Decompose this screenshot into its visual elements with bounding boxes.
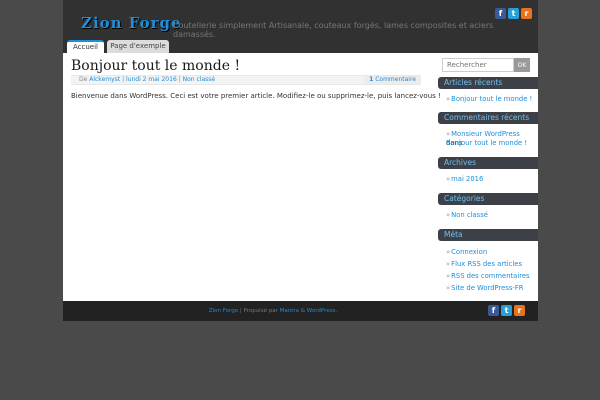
- post-title[interactable]: Bonjour tout le monde !: [71, 58, 240, 74]
- footer-separator: |: [239, 308, 242, 314]
- widget-title-categories: Catégories: [438, 193, 538, 205]
- wordpress-fr-link[interactable]: Site de WordPress-FR: [451, 284, 523, 292]
- main-content: Bonjour tout le monde ! De Alckemyst | l…: [63, 53, 538, 301]
- site-description: Coutellerie simplement Artisanale, coute…: [173, 21, 494, 39]
- main-navigation: Accueil Page d'exemple: [63, 40, 538, 53]
- footer-site-link[interactable]: Zion Forge: [209, 308, 238, 314]
- footer-credits: Zion Forge | Propulsé par Mantra & WordP…: [63, 308, 483, 314]
- bullet-icon: »: [446, 272, 451, 280]
- category-link[interactable]: Non classé: [183, 76, 215, 83]
- footer-wordpress-link[interactable]: WordPress.: [307, 308, 337, 314]
- meta-item[interactable]: »Site de WordPress-FR: [446, 284, 523, 293]
- comments-link[interactable]: 1 Commentaire: [364, 76, 421, 84]
- category-link[interactable]: Non classé: [451, 211, 488, 219]
- rss-icon[interactable]: r: [514, 305, 525, 316]
- footer-social-icons: f t r: [488, 305, 525, 316]
- twitter-icon[interactable]: t: [501, 305, 512, 316]
- rss-comments-link[interactable]: RSS des commentaires: [451, 272, 529, 280]
- archive-item[interactable]: »mai 2016: [446, 175, 483, 184]
- search-button[interactable]: OK: [514, 58, 530, 72]
- bullet-icon: »: [446, 260, 451, 268]
- meta-item[interactable]: »RSS des commentaires: [446, 272, 530, 281]
- bullet-icon: »: [446, 211, 451, 219]
- recent-post-item[interactable]: »Bonjour tout le monde !: [446, 95, 532, 104]
- author-link[interactable]: Alckemyst: [89, 76, 120, 83]
- tab-accueil[interactable]: Accueil: [67, 40, 104, 53]
- widget-title-recent-posts: Articles récents: [438, 77, 538, 89]
- bullet-icon: »: [446, 95, 451, 103]
- site-header: Zion Forge Coutellerie simplement Artisa…: [63, 0, 538, 40]
- comment-post-link[interactable]: Bonjour tout le monde !: [446, 139, 527, 147]
- post-meta: De Alckemyst | lundi 2 mai 2016 | Non cl…: [71, 75, 421, 85]
- comment-count: 1: [369, 76, 374, 83]
- header-social-icons: f t r: [495, 8, 532, 19]
- meta-item[interactable]: »Connexion: [446, 248, 487, 257]
- recent-post-link[interactable]: Bonjour tout le monde !: [451, 95, 532, 103]
- facebook-icon[interactable]: f: [488, 305, 499, 316]
- bullet-icon: »: [446, 284, 451, 292]
- footer-and: &: [300, 308, 306, 314]
- facebook-icon[interactable]: f: [495, 8, 506, 19]
- comment-author-link[interactable]: Monsieur WordPress: [451, 130, 520, 138]
- widget-title-meta: Méta: [438, 229, 538, 241]
- meta-separator: |: [178, 76, 181, 83]
- archive-link[interactable]: mai 2016: [451, 175, 483, 183]
- bullet-icon: »: [446, 248, 451, 256]
- meta-item[interactable]: »Flux RSS des articles: [446, 260, 522, 269]
- bullet-icon: »: [446, 175, 451, 183]
- tab-page-exemple[interactable]: Page d'exemple: [107, 40, 169, 53]
- page-wrapper: Zion Forge Coutellerie simplement Artisa…: [63, 0, 538, 321]
- post-body: Bienvenue dans WordPress. Ceci est votre…: [71, 92, 441, 100]
- rss-icon[interactable]: r: [521, 8, 532, 19]
- login-link[interactable]: Connexion: [451, 248, 487, 256]
- date-link[interactable]: lundi 2 mai 2016: [126, 76, 177, 83]
- rss-posts-link[interactable]: Flux RSS des articles: [451, 260, 522, 268]
- meta-by: De: [79, 76, 88, 83]
- recent-comment-post[interactable]: Bonjour tout le monde !: [446, 139, 527, 148]
- site-footer: Zion Forge | Propulsé par Mantra & WordP…: [63, 301, 538, 321]
- search-form: OK: [442, 58, 530, 72]
- meta-separator: |: [122, 76, 125, 83]
- footer-powered: Propulsé par: [243, 308, 278, 314]
- search-input[interactable]: [442, 58, 514, 72]
- footer-theme-link[interactable]: Mantra: [280, 308, 299, 314]
- bullet-icon: »: [446, 130, 451, 138]
- widget-title-recent-comments: Commentaires récents: [438, 112, 538, 124]
- widget-title-archives: Archives: [438, 157, 538, 169]
- category-item[interactable]: »Non classé: [446, 211, 488, 220]
- twitter-icon[interactable]: t: [508, 8, 519, 19]
- comment-label: Commentaire: [375, 76, 416, 83]
- site-title[interactable]: Zion Forge: [81, 14, 182, 32]
